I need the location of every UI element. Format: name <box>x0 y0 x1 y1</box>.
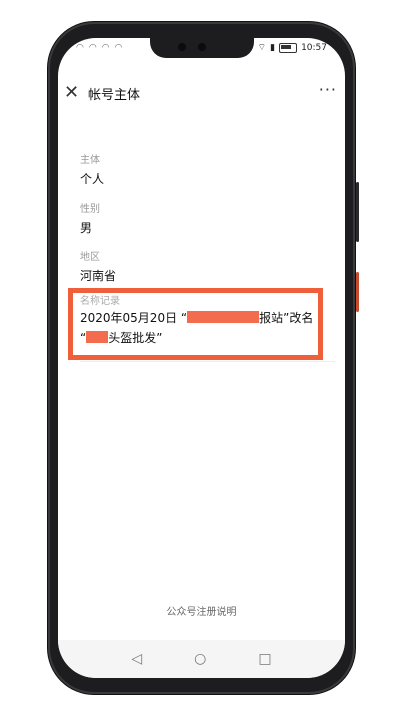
redaction-block <box>187 311 260 323</box>
field-region: 地区 河南省 <box>80 248 116 284</box>
field-label: 地区 <box>80 252 100 263</box>
registration-info-link[interactable]: 公众号注册说明 <box>58 603 345 618</box>
front-camera <box>198 43 206 51</box>
divider <box>80 361 335 362</box>
header-bar: ✕ 帐号主体 ··· <box>58 78 345 108</box>
redaction-block <box>86 331 109 343</box>
field-value: 个人 <box>80 172 105 186</box>
notch <box>150 38 254 58</box>
field-gender: 性别 男 <box>80 200 100 236</box>
status-left-icons: ◠ ◠ ◠ ◠ <box>76 43 122 53</box>
system-nav-bar: ◁ ○ □ <box>58 640 345 678</box>
more-icon[interactable]: ··· <box>319 80 337 99</box>
screen: ◠ ◠ ◠ ◠ ⌔ ▮ 10:57 ✕ 帐号主体 ··· 主体 个人 性别 男 … <box>58 38 345 678</box>
side-button <box>356 182 359 242</box>
record-line2-suffix: 头盔批发” <box>108 331 163 345</box>
field-label: 主体 <box>80 155 100 166</box>
back-nav-icon[interactable]: ◁ <box>131 651 142 667</box>
name-record-label: 名称记录 <box>80 296 120 307</box>
battery-icon <box>279 42 298 53</box>
signal-icon: ◠ <box>88 43 97 53</box>
phone-frame: ◠ ◠ ◠ ◠ ⌔ ▮ 10:57 ✕ 帐号主体 ··· 主体 个人 性别 男 … <box>48 22 359 694</box>
status-right: ⌔ ▮ 10:57 <box>258 42 327 53</box>
status-icon: ◠ <box>114 43 123 53</box>
home-nav-icon[interactable]: ○ <box>194 651 206 667</box>
record-line1-prefix: 2020年05月20日 “ <box>80 311 188 325</box>
signal-icon: ▮ <box>270 42 276 53</box>
wifi-icon: ⌔ <box>257 43 267 53</box>
status-time: 10:57 <box>301 42 327 53</box>
page-title: 帐号主体 <box>88 88 141 103</box>
field-label: 性别 <box>80 204 100 215</box>
field-value: 河南省 <box>80 269 117 283</box>
side-button <box>356 272 359 312</box>
field-value: 男 <box>80 221 93 235</box>
front-camera <box>178 43 186 51</box>
name-record-text: 2020年05月20日 “报站”改名 “头盔批发” <box>80 308 320 348</box>
wifi-icon: ◠ <box>76 43 84 53</box>
recent-apps-icon[interactable]: □ <box>258 651 271 667</box>
close-icon[interactable]: ✕ <box>64 82 79 103</box>
field-subject: 主体 个人 <box>80 151 104 187</box>
signal-icon: ◠ <box>101 43 110 53</box>
record-line1-suffix: 报站”改名 <box>259 311 314 325</box>
